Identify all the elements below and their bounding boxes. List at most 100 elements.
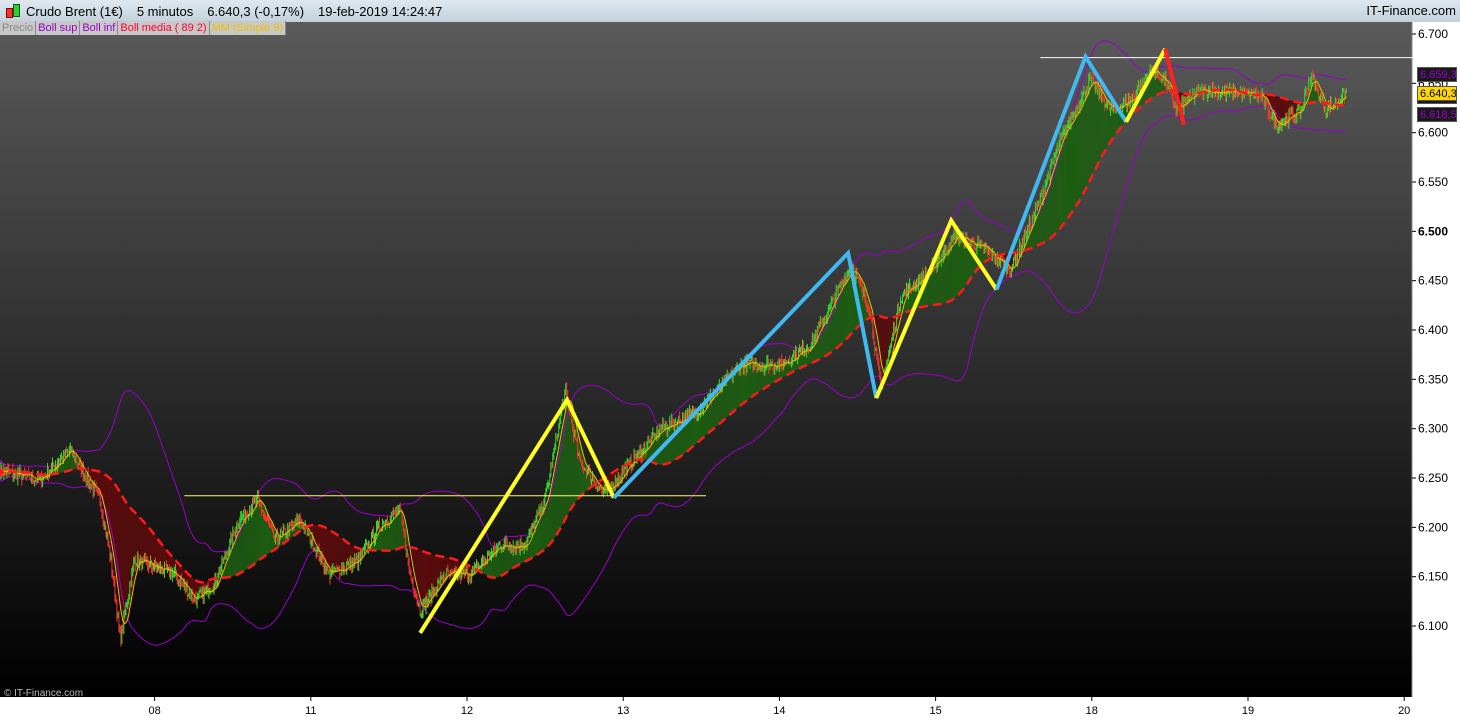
ma-fill [729, 377, 731, 416]
ma-fill [1064, 136, 1066, 224]
legend-item[interactable]: MM (Simple 9) [209, 21, 287, 35]
ma-fill [704, 410, 706, 437]
legend-item[interactable]: Boll sup [36, 21, 81, 35]
ma-fill [720, 389, 722, 423]
ma-fill [956, 238, 958, 297]
ma-fill [942, 259, 944, 304]
ma-fill [238, 530, 240, 574]
ma-fill [672, 425, 674, 462]
ma-fill [1052, 172, 1054, 237]
ma-fill [1060, 148, 1062, 229]
ma-fill [929, 274, 931, 306]
ma-fill [391, 521, 393, 551]
legend-item[interactable]: Boll media ( 89 2) [118, 21, 210, 35]
ma-fill [939, 261, 941, 305]
ma-fill [1057, 156, 1059, 232]
ma-fill [536, 522, 538, 555]
ma-fill [1076, 114, 1078, 205]
ma-fill [1312, 82, 1314, 103]
ma-fill [247, 515, 249, 569]
price-label: 6.640,3 [1417, 85, 1457, 101]
ma-fill [108, 477, 110, 535]
copyright: © IT-Finance.com [4, 688, 84, 699]
ma-fill [1063, 139, 1065, 225]
ma-fill [243, 519, 245, 572]
ma-fill [846, 281, 848, 340]
ma-fill [242, 521, 244, 572]
legend-item[interactable]: Boll inf [80, 21, 119, 35]
ma-fill [1074, 117, 1076, 208]
ma-fill [714, 396, 716, 429]
ma-fill [578, 435, 580, 499]
ma-fill [737, 370, 739, 409]
ma-fill [505, 545, 507, 574]
ma-fill [544, 505, 546, 550]
x-tick-label: 20 [1398, 705, 1410, 717]
ma-fill [719, 390, 721, 424]
ma-fill [1036, 215, 1038, 247]
ma-fill [671, 425, 673, 462]
ma-fill [1061, 145, 1063, 228]
ma-fill [718, 392, 720, 425]
ma-fill [940, 260, 942, 305]
ma-fill [392, 519, 394, 551]
ma-fill [546, 500, 548, 548]
ma-fill [506, 545, 508, 573]
indicator-legend: Precio Boll sup Boll inf Boll media ( 89 2)… [0, 21, 287, 35]
ma-fill [111, 480, 113, 551]
ma-fill [116, 487, 118, 587]
ma-fill [237, 532, 239, 575]
ma-fill [529, 541, 531, 560]
ma-fill [325, 527, 327, 564]
price-chart[interactable]: 6.100 6.150 6.200 6.250 6.300 6.350 6.400 6.450… [0, 22, 1460, 720]
ma-fill [1089, 87, 1091, 181]
legend-item[interactable]: Precio [0, 21, 37, 35]
ma-fill [957, 238, 959, 296]
ma-fill [961, 236, 962, 293]
ma-fill [1043, 199, 1045, 243]
ma-fill [119, 492, 121, 611]
y-tick-label: 6.550 [1418, 175, 1448, 189]
ma-fill [317, 525, 319, 548]
ma-fill [950, 248, 952, 302]
ma-fill [540, 514, 542, 553]
ma-fill [721, 388, 723, 423]
y-tick-label: 6.450 [1418, 274, 1448, 288]
ma-fill [399, 510, 401, 549]
ma-fill [1037, 213, 1039, 246]
ma-fill [581, 447, 583, 496]
ma-fill [701, 413, 703, 440]
ma-fill [707, 405, 709, 435]
y-tick-label: 6.300 [1418, 422, 1448, 436]
ma-fill [115, 485, 117, 580]
ma-fill [944, 256, 946, 304]
ma-fill [98, 471, 100, 490]
ma-fill [488, 559, 490, 577]
ma-fill [321, 526, 323, 556]
ma-fill [703, 411, 705, 438]
ma-fill [110, 479, 112, 545]
ma-fill [236, 533, 238, 575]
ma-fill [420, 549, 422, 602]
ma-fill [1090, 85, 1092, 179]
ma-fill [955, 240, 957, 298]
ma-fill [730, 376, 732, 415]
ma-fill [708, 404, 710, 434]
ma-fill [326, 528, 328, 565]
y-tick-label: 6.100 [1418, 619, 1448, 633]
ma-fill [1033, 223, 1035, 248]
ma-fill [249, 514, 251, 568]
ma-fill [948, 251, 950, 302]
ma-fill [837, 297, 839, 348]
ma-fill [569, 400, 571, 511]
ma-fill [1045, 194, 1047, 242]
ma-fill [497, 549, 499, 578]
ma-fill [1084, 98, 1086, 191]
ma-fill [248, 514, 250, 569]
ma-fill [250, 513, 252, 567]
ma-fill [960, 236, 962, 294]
ma-fill [322, 526, 324, 558]
ma-fill [945, 254, 947, 303]
title-bar: Crudo Brent (1€) 5 minutos 6.640,3 (-0,1… [0, 0, 1460, 23]
ma-fill [256, 502, 258, 563]
